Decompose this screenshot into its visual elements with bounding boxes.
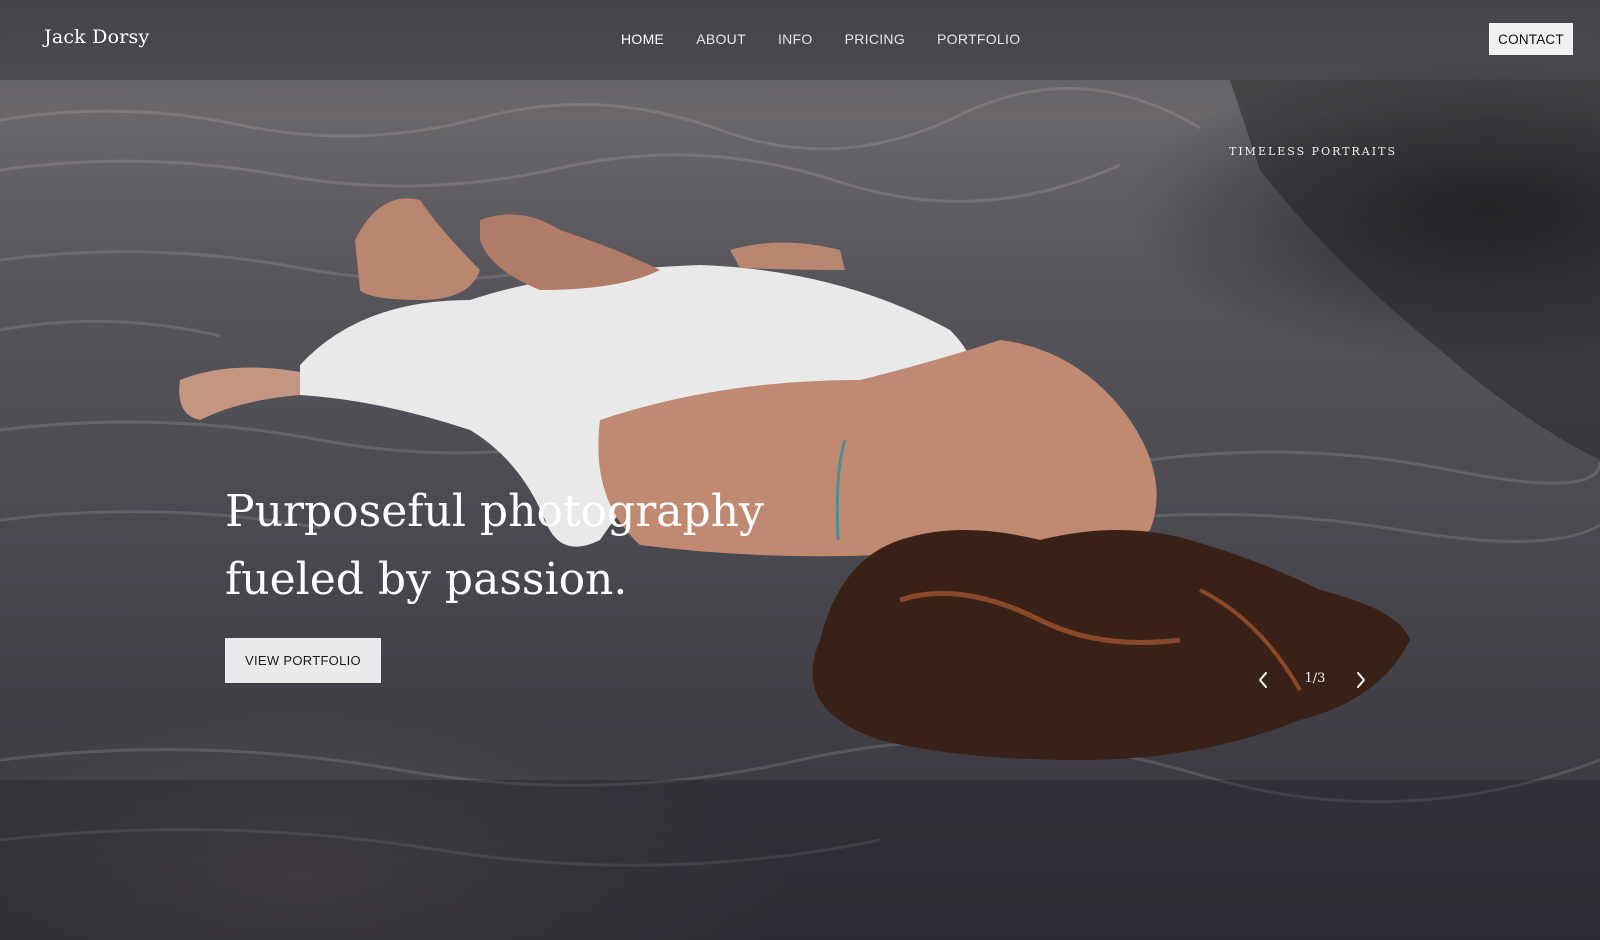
hero-headline-line-2: fueled by passion.	[225, 554, 628, 605]
main-nav: HOME ABOUT INFO PRICING PORTFOLIO	[621, 31, 1052, 47]
nav-item-portfolio[interactable]: PORTFOLIO	[937, 31, 1020, 47]
nav-item-about[interactable]: ABOUT	[696, 31, 746, 47]
slide-counter: 1/3	[1304, 671, 1326, 686]
hero-tagline: TIMELESS PORTRAITS	[1229, 145, 1397, 158]
hero-background-photo	[0, 0, 1600, 940]
contact-button[interactable]: CONTACT	[1489, 23, 1573, 55]
nav-item-info[interactable]: INFO	[778, 31, 813, 47]
brand-logo[interactable]: Jack Dorsy	[44, 26, 149, 48]
hero-photo-illustration	[0, 80, 1600, 940]
chevron-left-icon[interactable]	[1252, 669, 1274, 691]
slider-controls: 1/3	[1250, 665, 1380, 697]
hero-headline: Purposeful photography fueled by passion…	[225, 478, 845, 614]
view-portfolio-button[interactable]: VIEW PORTFOLIO	[225, 638, 381, 683]
hero-headline-line-1: Purposeful photography	[225, 486, 764, 537]
chevron-right-icon[interactable]	[1350, 669, 1372, 691]
site-header: Jack Dorsy HOME ABOUT INFO PRICING PORTF…	[0, 0, 1600, 80]
nav-item-pricing[interactable]: PRICING	[845, 31, 905, 47]
nav-item-home[interactable]: HOME	[621, 31, 664, 47]
